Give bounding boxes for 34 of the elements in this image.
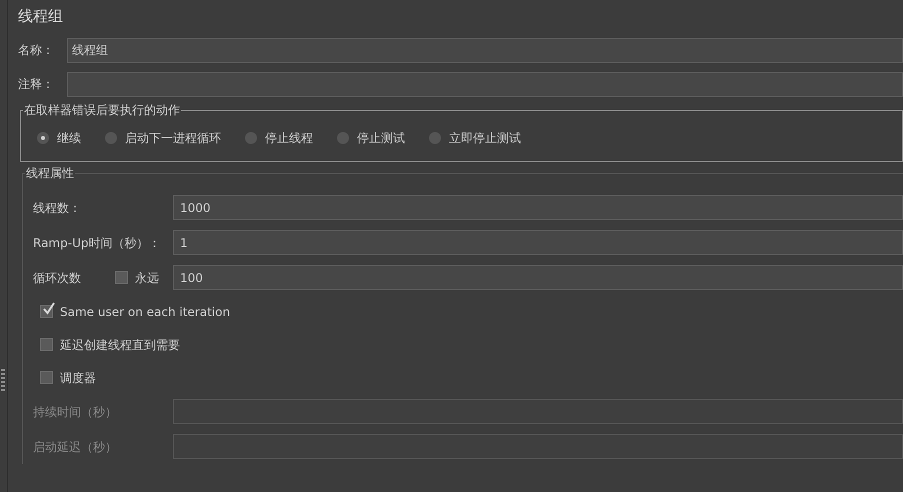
field-label: 线程数： (33, 200, 82, 216)
checkbox[interactable] (40, 305, 53, 318)
input-field[interactable]: 线程组 (67, 38, 903, 62)
field-label: 启动延迟（秒） (33, 438, 118, 456)
checkbox-label: Same user on each iteration (60, 304, 230, 320)
checkbox[interactable] (40, 371, 53, 384)
checkbox-label: 调度器 (60, 370, 96, 386)
radio-button[interactable] (37, 132, 49, 144)
input-field[interactable] (67, 72, 903, 96)
radio-button[interactable] (105, 132, 117, 144)
radio-label: 继续 (57, 130, 81, 147)
checkbox[interactable] (115, 271, 128, 284)
grip-icon[interactable] (0, 369, 6, 393)
checkbox[interactable] (40, 338, 53, 351)
radio-label: 停止测试 (357, 130, 405, 147)
field-label: 循环次数 (33, 270, 82, 286)
group-title: 线程属性 (25, 165, 75, 182)
field-label: 注释： (18, 76, 55, 93)
field-label: Ramp-Up时间（秒）： (33, 234, 162, 252)
group-title: 在取样器错误后要执行的动作 (23, 102, 181, 119)
radio-button[interactable] (337, 132, 349, 144)
radio-label: 停止线程 (265, 130, 313, 147)
panel-title: 线程组 (18, 6, 64, 27)
input-field[interactable]: 1000 (173, 195, 903, 220)
field-label: 持续时间（秒） (33, 404, 118, 420)
input-field[interactable]: 1 (173, 230, 903, 255)
radio-label: 启动下一进程循环 (125, 130, 221, 147)
checkbox-label: 延迟创建线程直到需要 (60, 336, 180, 354)
input-field[interactable]: 100 (173, 265, 903, 290)
checkbox-label: 永远 (135, 270, 159, 286)
radio-label: 立即停止测试 (449, 130, 521, 147)
radio-button[interactable] (245, 132, 257, 144)
radio-button[interactable] (429, 132, 441, 144)
field-label: 名称： (18, 42, 55, 59)
